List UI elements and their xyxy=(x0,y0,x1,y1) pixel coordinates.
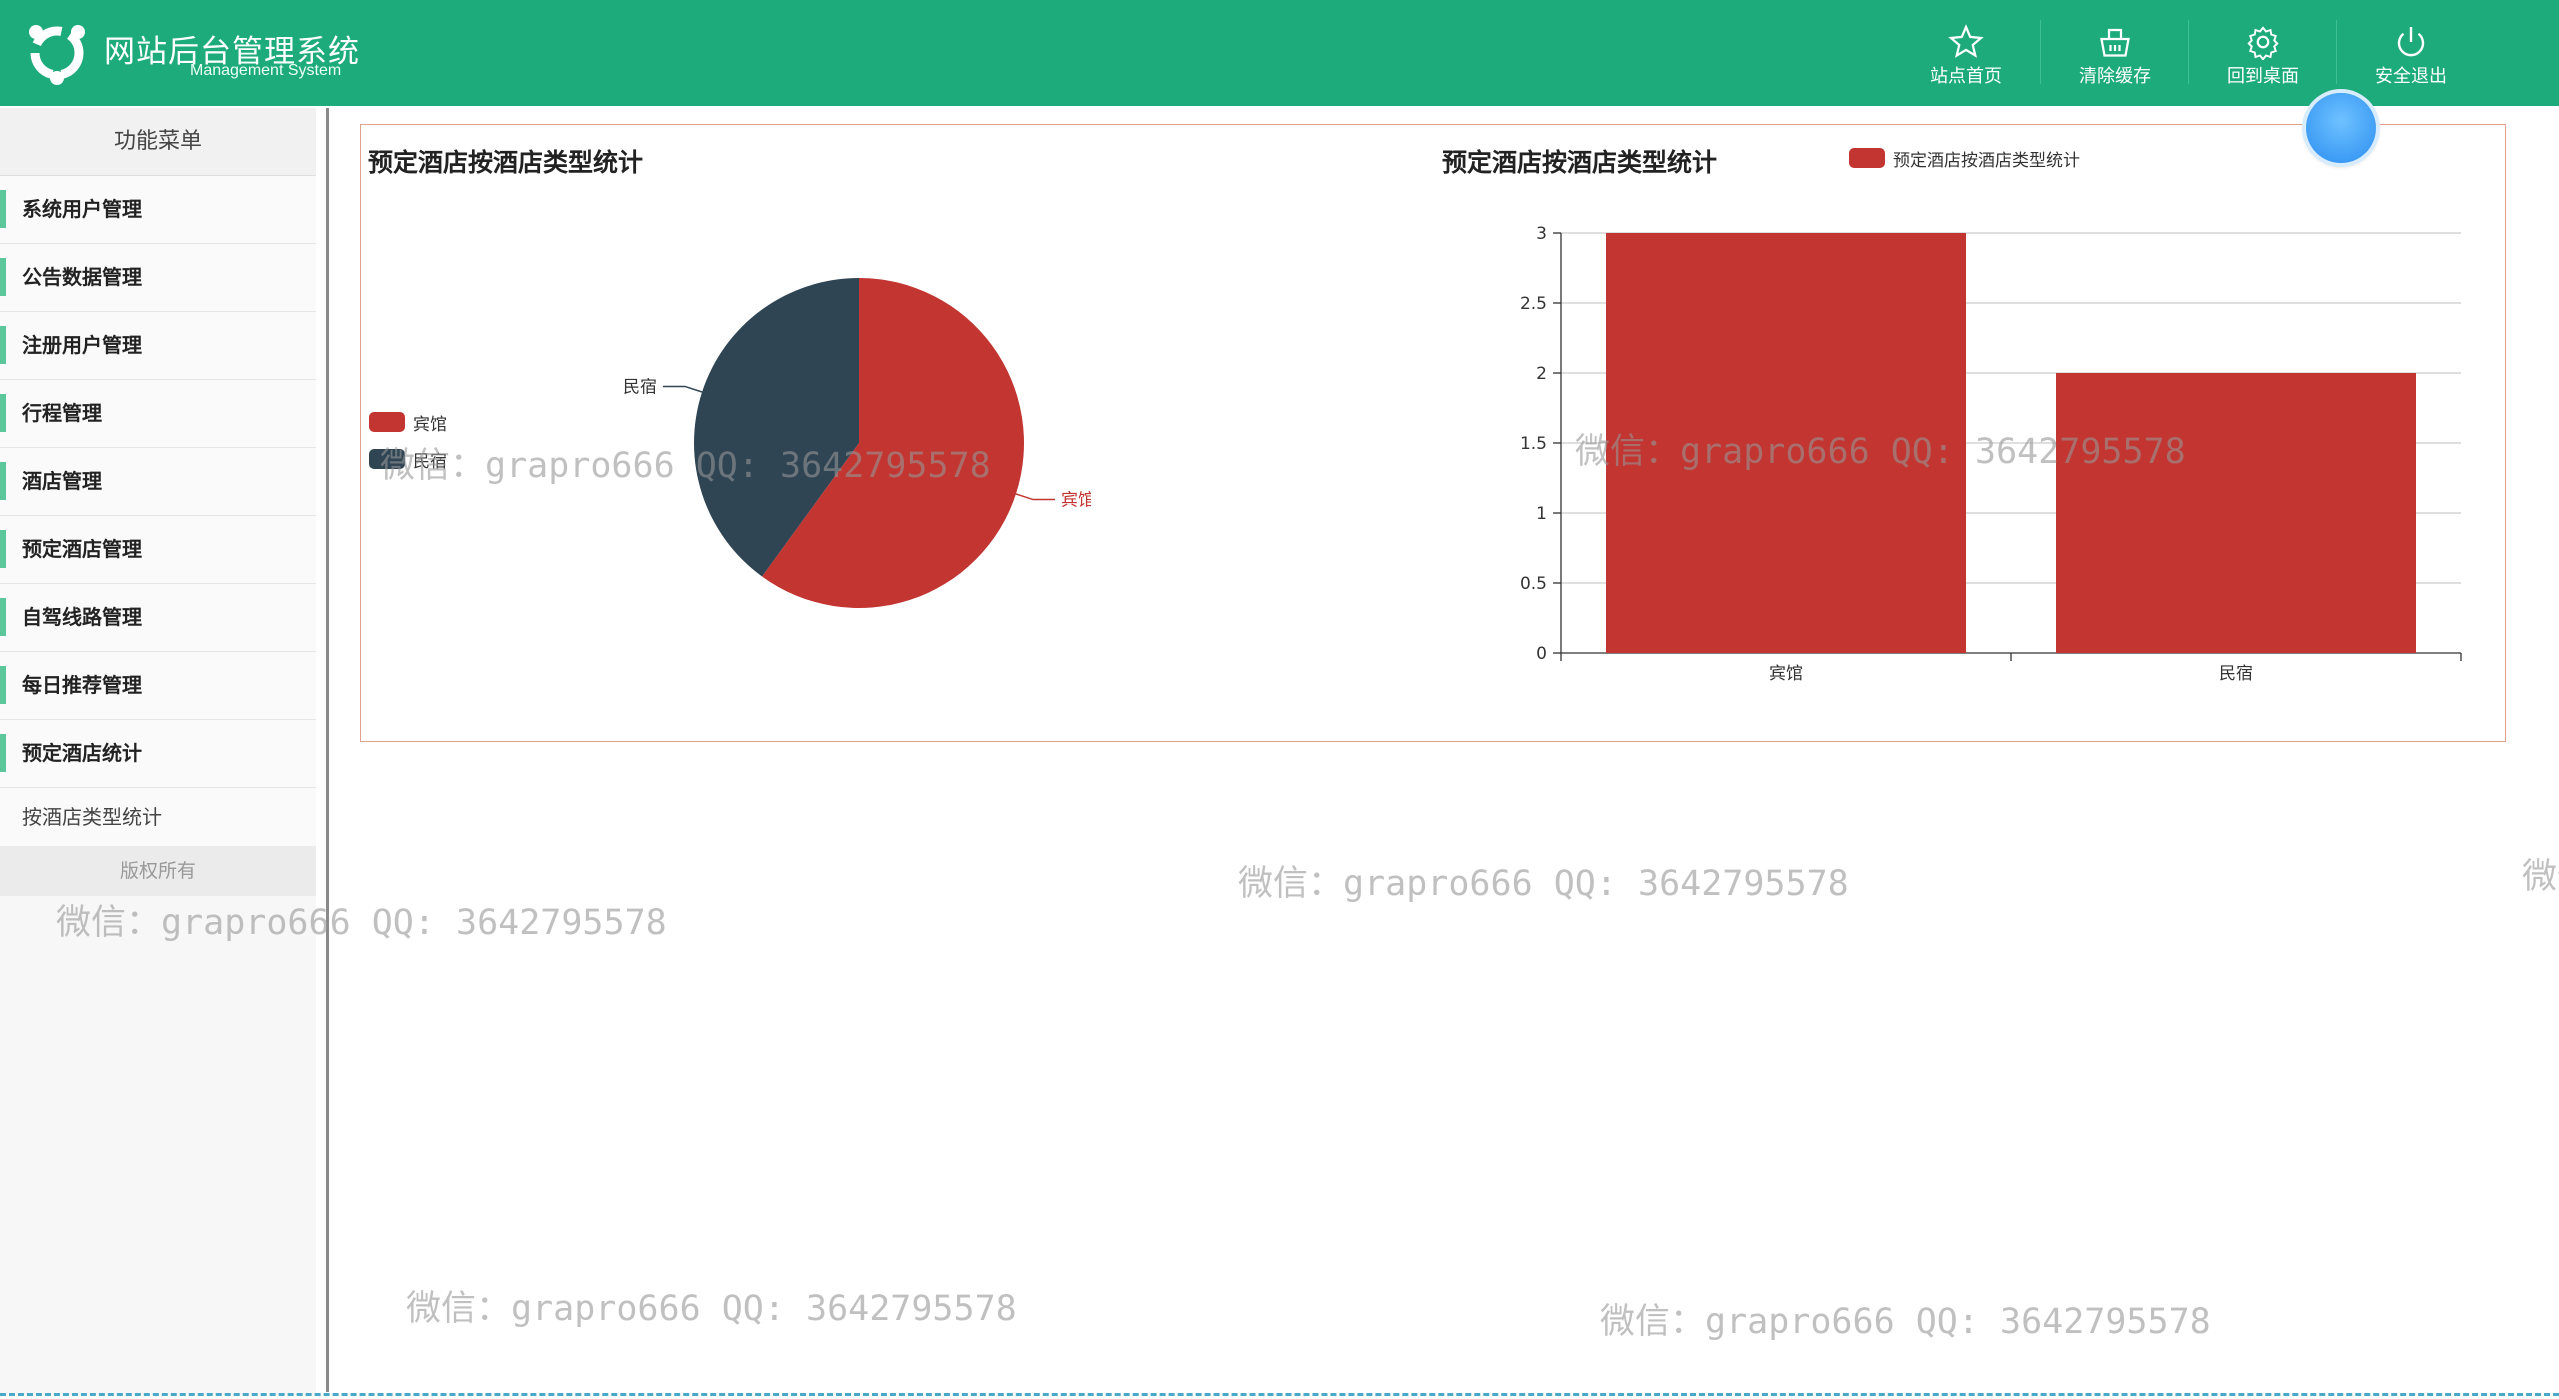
bar-legend-swatch[interactable] xyxy=(1849,148,1885,168)
nav-logout[interactable]: 安全退出 xyxy=(2337,0,2485,106)
nav-desktop[interactable]: 回到桌面 xyxy=(2189,0,2337,106)
sidebar-item-hotels[interactable]: 酒店管理 xyxy=(0,448,316,516)
pie-legend-label[interactable]: 宾馆 xyxy=(413,410,447,435)
pie-slice-label: 民宿 xyxy=(623,377,657,397)
nav-logout-label: 安全退出 xyxy=(2375,66,2447,87)
pie-legend-label[interactable]: 民宿 xyxy=(413,447,447,472)
pie-legend-swatch[interactable] xyxy=(369,412,405,432)
bar-chart-title: 预定酒店按酒店类型统计 xyxy=(1442,148,1718,177)
y-tick-label: 2.5 xyxy=(1520,294,1547,314)
sidebar-footer: 版权所有 xyxy=(0,846,316,896)
y-tick-label: 1 xyxy=(1536,504,1547,524)
basket-icon xyxy=(2100,28,2130,57)
bar-chart: 0 0.5 1 1.5 2 2.5 3 宾馆 民宿 xyxy=(1520,224,2462,684)
watermark-text: 微信：grapro666 QQ: 3642795578 xyxy=(406,1289,1017,1329)
sidebar: 功能菜单 系统用户管理 公告数据管理 注册用户管理 行程管理 酒店管理 预定酒店… xyxy=(0,108,316,1395)
sidebar-item-driving-routes[interactable]: 自驾线路管理 xyxy=(0,584,316,652)
y-tick-label: 0 xyxy=(1536,644,1547,664)
nav-site-home-label: 站点首页 xyxy=(1930,66,2002,87)
nav-site-home[interactable]: 站点首页 xyxy=(1892,0,2040,106)
gear-icon xyxy=(2247,26,2279,60)
bar[interactable] xyxy=(2056,373,2416,653)
sidebar-item-hotel-bookings[interactable]: 预定酒店管理 xyxy=(0,516,316,584)
sidebar-divider xyxy=(326,108,329,1392)
y-tick-label: 2 xyxy=(1536,364,1547,384)
logo-icon xyxy=(29,25,85,85)
x-tick-label: 民宿 xyxy=(2219,664,2253,684)
pie-legend-swatch[interactable] xyxy=(369,449,405,469)
bar-legend-label[interactable]: 预定酒店按酒店类型统计 xyxy=(1893,146,2080,171)
y-tick-label: 3 xyxy=(1536,224,1547,244)
power-icon xyxy=(2397,27,2425,57)
nav-clear-cache-label: 清除缓存 xyxy=(2079,66,2151,87)
chart-panel: 预定酒店按酒店类型统计 宾馆 民宿 宾馆 民宿 预定酒店按酒店类型统计 预定酒店按… xyxy=(360,124,2506,742)
floating-assistant-button[interactable] xyxy=(2306,93,2376,163)
sidebar-item-announcements[interactable]: 公告数据管理 xyxy=(0,244,316,312)
sidebar-item-itineraries[interactable]: 行程管理 xyxy=(0,380,316,448)
pie-chart: 宾馆 民宿 xyxy=(623,277,1091,608)
pie-chart-title: 预定酒店按酒店类型统计 xyxy=(368,148,644,177)
bar[interactable] xyxy=(1606,233,1966,653)
pie-label-line xyxy=(662,385,703,393)
watermark-text: 微信：grapro666 QQ: 3642795578 xyxy=(2522,857,2559,897)
sidebar-item-system-users[interactable]: 系统用户管理 xyxy=(0,176,316,244)
watermark-text: 微信：grapro666 QQ: 3642795578 xyxy=(1238,864,1849,904)
x-tick-label: 宾馆 xyxy=(1769,664,1803,684)
top-header: 网站后台管理系统 Management System 站点首页 清除缓存 回到桌… xyxy=(0,0,2559,106)
y-tick-label: 0.5 xyxy=(1520,574,1547,594)
nav-desktop-label: 回到桌面 xyxy=(2227,66,2299,87)
sidebar-item-booking-stats[interactable]: 预定酒店统计 xyxy=(0,720,316,788)
pie-label-line xyxy=(1015,493,1056,501)
pie-slice-label: 宾馆 xyxy=(1061,491,1091,511)
sidebar-heading: 功能菜单 xyxy=(0,108,316,176)
nav-clear-cache[interactable]: 清除缓存 xyxy=(2041,0,2189,106)
star-icon xyxy=(1948,24,1984,58)
sidebar-subitem-by-type[interactable]: 按酒店类型统计 xyxy=(0,788,316,846)
sidebar-item-daily-recommend[interactable]: 每日推荐管理 xyxy=(0,652,316,720)
app-subtitle: Management System xyxy=(190,62,342,79)
watermark-text: 微信：grapro666 QQ: 3642795578 xyxy=(1600,1302,2211,1342)
bottom-border xyxy=(0,1393,2559,1396)
sidebar-item-registered-users[interactable]: 注册用户管理 xyxy=(0,312,316,380)
y-tick-label: 1.5 xyxy=(1520,434,1547,454)
